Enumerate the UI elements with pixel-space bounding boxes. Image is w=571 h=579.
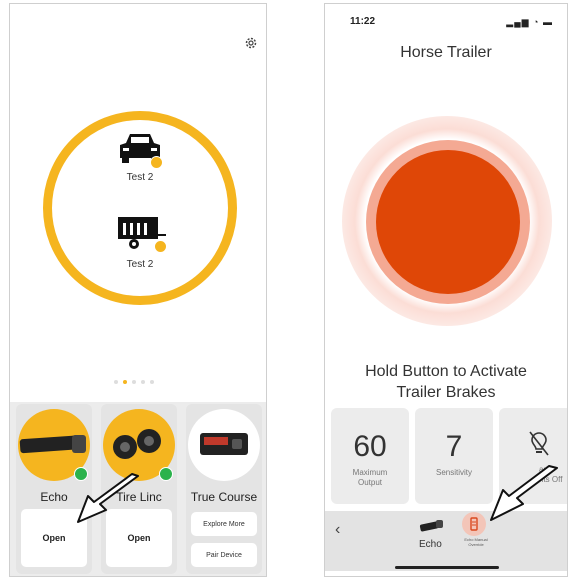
tile-label: Sensitivity [435,468,472,477]
edit-icon[interactable] [154,240,167,253]
override-icon [470,517,478,531]
echo-label: Echo [419,539,442,550]
annotation-arrow [77,473,139,523]
device-name: True Course [190,490,258,504]
tile-label-line: Output [357,478,382,487]
override-label: Echo Manual Override [456,537,496,547]
page-dot [150,380,154,384]
manual-override-button[interactable] [462,512,486,536]
true-course-image [188,409,260,481]
echo-device-icon[interactable] [419,518,445,534]
vehicle-label: Test 2 [126,259,154,270]
page-dot-active [123,380,127,384]
hold-line-2: Trailer Brakes [396,384,496,401]
battery-icon: ▬ [543,17,553,27]
back-chevron-icon[interactable]: ‹ [335,521,340,539]
page-dot [114,380,118,384]
status-icons: ▂▄▆ ◔ ▬ [506,17,553,28]
sensitivity-tile[interactable]: 7 Sensitivity [415,408,493,504]
wifi-icon: ◔ [533,17,540,27]
max-output-tile[interactable]: 60 Maximum Output [331,408,409,504]
edit-icon[interactable] [150,156,163,169]
device-card-true-course: True Course Explore More Pair Device [186,404,262,574]
tile-label-line: Maximum [352,468,388,477]
explore-more-button[interactable]: Explore More [191,512,257,536]
home-indicator [395,566,499,569]
vehicle-car[interactable]: Test 2 [116,131,164,183]
hold-instruction: Hold Button to Activate Trailer Brakes [325,361,567,403]
vehicle-trailer[interactable]: Test 2 [114,214,167,270]
page-indicator [114,380,154,384]
right-screen: 11:22 ▂▄▆ ◔ ▬ Horse Trailer Hold Button … [324,3,568,577]
tile-value: 60 [353,430,387,463]
vehicle-label: Test 2 [126,172,154,183]
brake-button[interactable] [376,150,520,294]
tile-value: 7 [445,430,463,463]
signal-icon: ▂▄▆ [506,17,530,27]
annotation-arrow [490,465,558,521]
vehicle-ring: Test 2 Test 2 [43,111,237,305]
gear-icon[interactable] [244,36,258,50]
hold-line-1: Hold Button to Activate [365,363,527,380]
tile-label: Maximum Output [331,468,409,488]
left-screen: Test 2 Test 2 Echo Open Tire Linc Open T… [9,3,267,577]
bluetooth-icon [159,467,173,481]
page-dot [141,380,145,384]
page-dot [132,380,136,384]
override-label-line: Override [468,542,484,547]
light-off-icon [529,431,549,456]
status-time: 11:22 [350,16,376,27]
page-title: Horse Trailer [400,44,492,61]
pair-device-button[interactable]: Pair Device [191,543,257,567]
